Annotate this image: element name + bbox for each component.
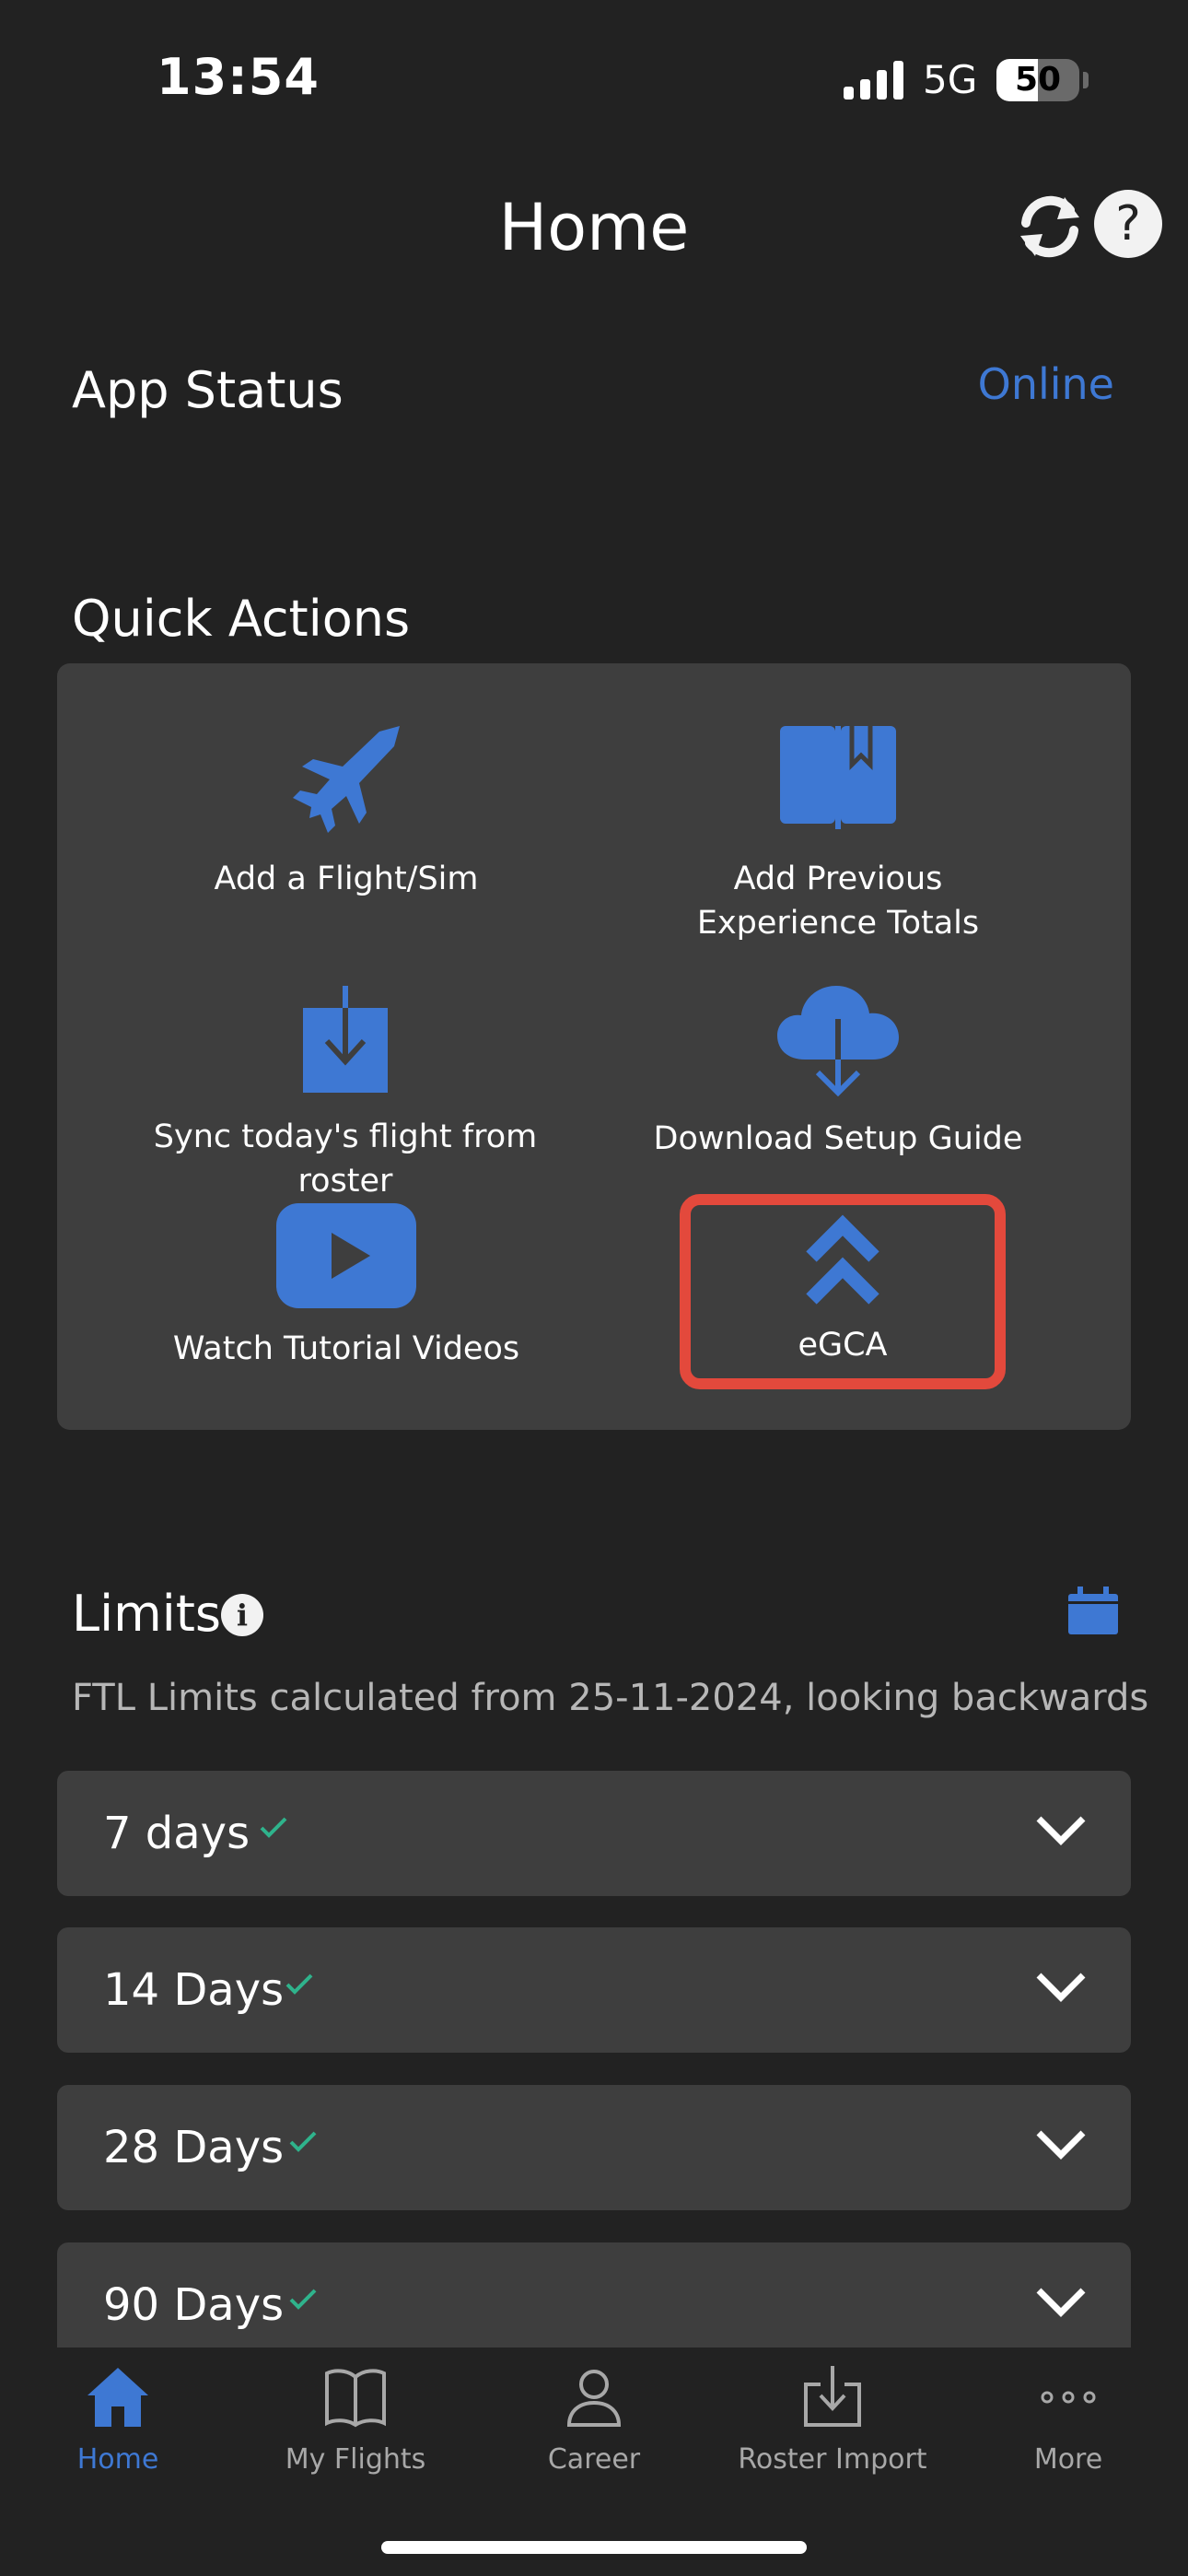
play-icon (276, 1203, 416, 1308)
page-title: Home (498, 190, 690, 265)
limits-subtitle: FTL Limits calculated from 25-11-2024, l… (72, 1677, 1149, 1719)
check-icon (289, 2289, 317, 2310)
refresh-icon[interactable] (1013, 190, 1087, 263)
tab-roster-import-label: Roster Import (738, 2443, 927, 2476)
app-status-label: App Status (72, 361, 344, 419)
egca-highlight-box (680, 1194, 1006, 1389)
tab-career-label: Career (547, 2443, 641, 2476)
download-box-icon (303, 986, 388, 1093)
app-status-value: Online (977, 359, 1114, 409)
watch-tutorials-action[interactable]: Watch Tutorial Videos (166, 1203, 527, 1371)
person-icon (566, 2370, 622, 2427)
network-label: 5G (923, 57, 978, 102)
limit-label: 7 days (103, 1808, 250, 1859)
info-icon[interactable]: i (221, 1594, 263, 1636)
open-book-icon (325, 2369, 386, 2428)
quick-actions-title: Quick Actions (72, 590, 411, 648)
limit-row-28-days[interactable]: 28 Days (57, 2085, 1131, 2210)
add-previous-experience-action[interactable]: Add Previous Experience Totals (645, 722, 1031, 945)
chevron-down-icon[interactable] (1035, 1811, 1087, 1848)
help-icon[interactable]: ? (1094, 190, 1162, 258)
sync-roster-label: Sync today's flight from roster (153, 1118, 538, 1200)
tab-home-label: Home (76, 2443, 159, 2476)
limit-row-7-days[interactable]: 7 days (57, 1771, 1131, 1896)
add-flight-action[interactable]: Add a Flight/Sim (166, 722, 527, 901)
jet-icon (293, 726, 400, 833)
tab-my-flights[interactable]: My Flights (254, 2364, 457, 2476)
battery-percentage: 50 (1014, 61, 1062, 99)
limits-title: Limits (72, 1585, 221, 1643)
watch-tutorials-label: Watch Tutorial Videos (172, 1330, 520, 1367)
limit-label: 14 Days (103, 1964, 285, 2016)
battery-nub (1083, 72, 1089, 88)
tab-roster-import[interactable]: Roster Import (729, 2364, 936, 2476)
signal-strength-icon (844, 61, 903, 100)
check-icon (289, 2131, 317, 2152)
home-indicator (381, 2541, 807, 2554)
check-icon (260, 1817, 287, 1838)
add-flight-label: Add a Flight/Sim (214, 861, 479, 897)
sync-roster-action[interactable]: Sync today's flight from roster (101, 986, 589, 1203)
tab-more-label: More (1033, 2443, 1103, 2476)
home-icon (87, 2368, 148, 2427)
tab-my-flights-label: My Flights (285, 2443, 426, 2476)
tab-more[interactable]: More (967, 2364, 1170, 2476)
check-icon (285, 1973, 313, 1995)
chevron-down-icon[interactable] (1035, 2125, 1087, 2162)
chevron-down-icon[interactable] (1035, 2283, 1087, 2320)
status-time: 13:54 (157, 48, 320, 106)
download-setup-guide-label: Download Setup Guide (653, 1120, 1023, 1157)
add-previous-experience-label: Add Previous Experience Totals (696, 861, 980, 942)
more-dots-icon (1041, 2391, 1096, 2404)
cloud-download-icon (777, 986, 899, 1096)
import-icon (804, 2366, 861, 2427)
chevron-down-icon[interactable] (1035, 1968, 1087, 2005)
calendar-icon[interactable] (1068, 1587, 1118, 1634)
tab-home[interactable]: Home (17, 2364, 219, 2476)
download-setup-guide-action[interactable]: Download Setup Guide (645, 982, 1031, 1161)
book-icon (780, 722, 896, 829)
limit-label: 90 Days (103, 2279, 285, 2331)
battery-icon: 50 (996, 59, 1079, 101)
limit-row-14-days[interactable]: 14 Days (57, 1927, 1131, 2053)
tab-career[interactable]: Career (493, 2364, 695, 2476)
limit-label: 28 Days (103, 2122, 285, 2173)
home-screen: 13:54 5G 50 Home ? App Status Online Qui… (0, 0, 1188, 2576)
